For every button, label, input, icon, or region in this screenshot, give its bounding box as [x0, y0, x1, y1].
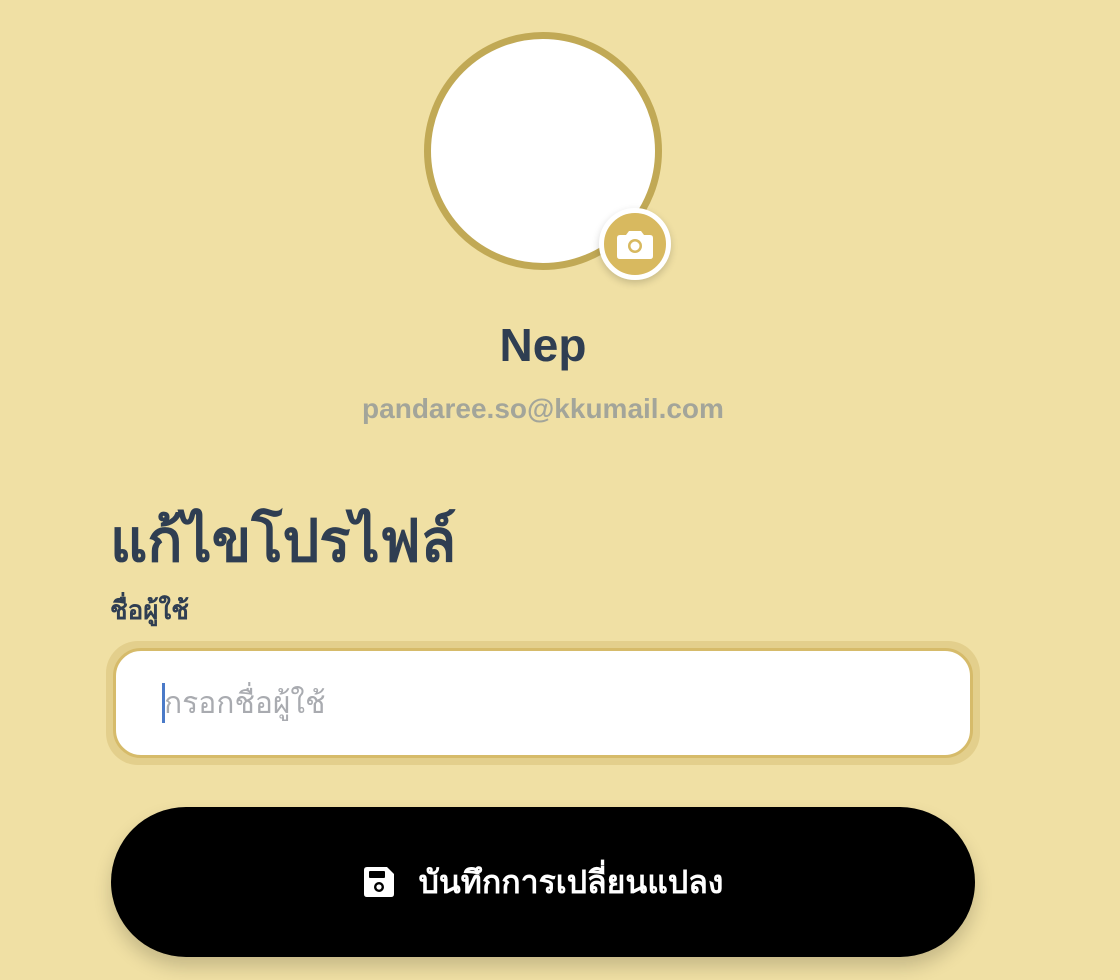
page-title: แก้ไขโปรไฟล์ — [110, 507, 457, 575]
edit-profile-page: Nep pandaree.so@kkumail.com แก้ไขโปรไฟล์… — [0, 0, 1120, 980]
username-label: ชื่อผู้ใช้ — [110, 596, 189, 626]
profile-name: Nep — [499, 319, 587, 371]
avatar-section — [424, 32, 671, 280]
save-button-label: บันทึกการเปลี่ยนแปลง — [418, 862, 724, 901]
username-input[interactable] — [113, 648, 973, 758]
text-caret — [162, 683, 165, 723]
floppy-disk-icon — [363, 866, 395, 898]
camera-icon — [617, 229, 653, 259]
profile-email: pandaree.so@kkumail.com — [362, 393, 724, 424]
save-changes-button[interactable]: บันทึกการเปลี่ยนแปลง — [111, 807, 975, 957]
change-photo-button[interactable] — [599, 208, 671, 280]
